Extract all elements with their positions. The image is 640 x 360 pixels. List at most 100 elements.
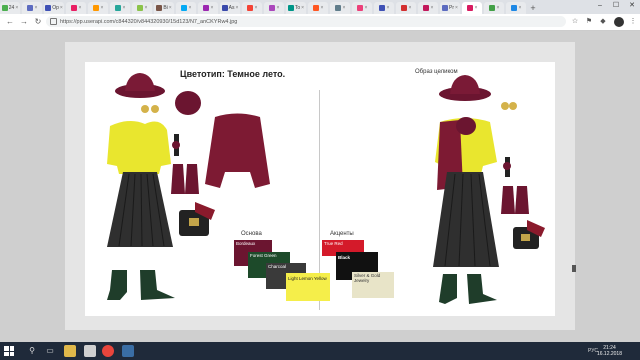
tab-close-icon[interactable]: × [475,5,478,11]
start-button[interactable] [4,346,14,356]
browser-tab[interactable]: × [22,2,42,14]
tab-close-icon[interactable]: × [497,5,500,11]
tab-favicon-icon [92,5,99,11]
browser-toolbar: ← → ↻ https://pp.userapi.com/c844320/v84… [0,14,640,31]
browser-tab[interactable]: × [484,2,504,14]
accent-swatch: Silver & Gold Jewelry [352,272,394,298]
tab-favicon-icon [26,5,33,11]
tab-close-icon[interactable]: × [255,5,258,11]
browser-tab[interactable]: × [352,2,372,14]
tab-close-icon[interactable]: × [277,5,280,11]
browser-tab[interactable]: × [66,2,86,14]
tab-close-icon[interactable]: × [519,5,522,11]
tab-close-icon[interactable]: × [79,5,82,11]
tab-close-icon[interactable]: × [15,5,18,11]
extension-icon[interactable]: ⚑ [584,17,594,27]
tab-label: Bi [163,5,168,11]
tab-label: To [294,5,301,11]
tab-close-icon[interactable]: × [455,5,458,11]
tab-favicon-icon [45,5,52,11]
tab-close-icon[interactable]: × [123,5,126,11]
tab-close-icon[interactable]: × [145,5,148,11]
tab-favicon-icon [114,5,121,11]
tab-close-icon[interactable]: × [321,5,324,11]
tab-favicon-icon [422,5,429,11]
tab-close-icon[interactable]: × [169,5,172,11]
tab-close-icon[interactable]: × [60,5,63,11]
file-explorer-icon[interactable] [64,345,76,357]
lock-icon [50,18,57,25]
clock-date: 16.12.2018 [596,351,622,357]
browser-tab[interactable]: 24 × [0,2,20,14]
tab-close-icon[interactable]: × [189,5,192,11]
tab-favicon-icon [156,5,163,11]
browser-tab[interactable]: Pr × [440,2,460,14]
tab-favicon-icon [466,5,473,11]
minimize-button[interactable]: – [592,0,608,12]
tab-close-icon[interactable]: × [409,5,412,11]
tab-favicon-icon [180,5,187,11]
store-icon[interactable] [84,345,96,357]
new-tab-button[interactable]: + [528,2,538,14]
browser-tab[interactable]: × [132,2,152,14]
forward-button[interactable]: → [18,16,30,28]
browser-tab[interactable]: × [308,2,328,14]
chrome-icon[interactable] [102,345,114,357]
browser-tab[interactable]: × [506,2,526,14]
browser-tab[interactable]: × [462,2,482,14]
browser-tab[interactable]: × [374,2,394,14]
avatar[interactable] [614,17,624,27]
tab-label: Pr [449,5,455,11]
task-view-icon[interactable]: ▭ [44,345,56,357]
tab-close-icon[interactable]: × [343,5,346,11]
tab-favicon-icon [70,5,77,11]
tab-favicon-icon [400,5,407,11]
reload-button[interactable]: ↻ [32,16,44,28]
scrollbar-handle[interactable] [572,265,576,272]
browser-tab[interactable]: × [330,2,350,14]
tab-favicon-icon [246,5,253,11]
browser-tab[interactable]: × [88,2,108,14]
tab-close-icon[interactable]: × [301,5,304,11]
outfit-subtitle: Образ целиком [415,69,458,75]
browser-tab[interactable]: × [198,2,218,14]
tab-label: 24 [8,5,15,11]
base-label: Основа [241,231,262,237]
close-window-button[interactable]: ✕ [624,0,640,12]
address-bar[interactable]: https://pp.userapi.com/c844320/v84432093… [46,16,566,27]
browser-tab[interactable]: As × [220,2,240,14]
browser-tab[interactable]: Bi × [154,2,174,14]
maximize-button[interactable]: ☐ [608,0,624,12]
menu-icon[interactable]: ⋮ [628,17,638,27]
browser-tab[interactable]: × [176,2,196,14]
search-icon[interactable]: ⚲ [26,345,38,357]
tab-close-icon[interactable]: × [211,5,214,11]
browser-tab[interactable]: To × [286,2,306,14]
tab-close-icon[interactable]: × [387,5,390,11]
back-button[interactable]: ← [4,16,16,28]
tab-close-icon[interactable]: × [35,5,38,11]
tab-favicon-icon [510,5,517,11]
browser-tab[interactable]: × [264,2,284,14]
page-title: Цветотип: Темное лето. [180,69,286,79]
tab-favicon-icon [287,5,294,11]
star-icon[interactable]: ☆ [570,17,580,27]
photos-icon[interactable] [122,345,134,357]
browser-tab[interactable]: × [396,2,416,14]
tab-favicon-icon [268,5,275,11]
tab-close-icon[interactable]: × [101,5,104,11]
browser-tab[interactable]: × [110,2,130,14]
tab-close-icon[interactable]: × [235,5,238,11]
window-controls: – ☐ ✕ [592,0,640,12]
address-url: https://pp.userapi.com/c844320/v84432093… [60,18,238,25]
taskbar: ⚲ ▭ РУС 21:24 16.12.2018 [0,342,640,360]
clock[interactable]: 21:24 16.12.2018 [597,345,622,357]
tab-favicon-icon [356,5,363,11]
browser-tab[interactable]: Op × [44,2,64,14]
tab-close-icon[interactable]: × [431,5,434,11]
tab-favicon-icon [334,5,341,11]
browser-tab[interactable]: × [242,2,262,14]
tab-close-icon[interactable]: × [365,5,368,11]
shield-icon[interactable]: ◆ [598,17,608,27]
browser-tab[interactable]: × [418,2,438,14]
